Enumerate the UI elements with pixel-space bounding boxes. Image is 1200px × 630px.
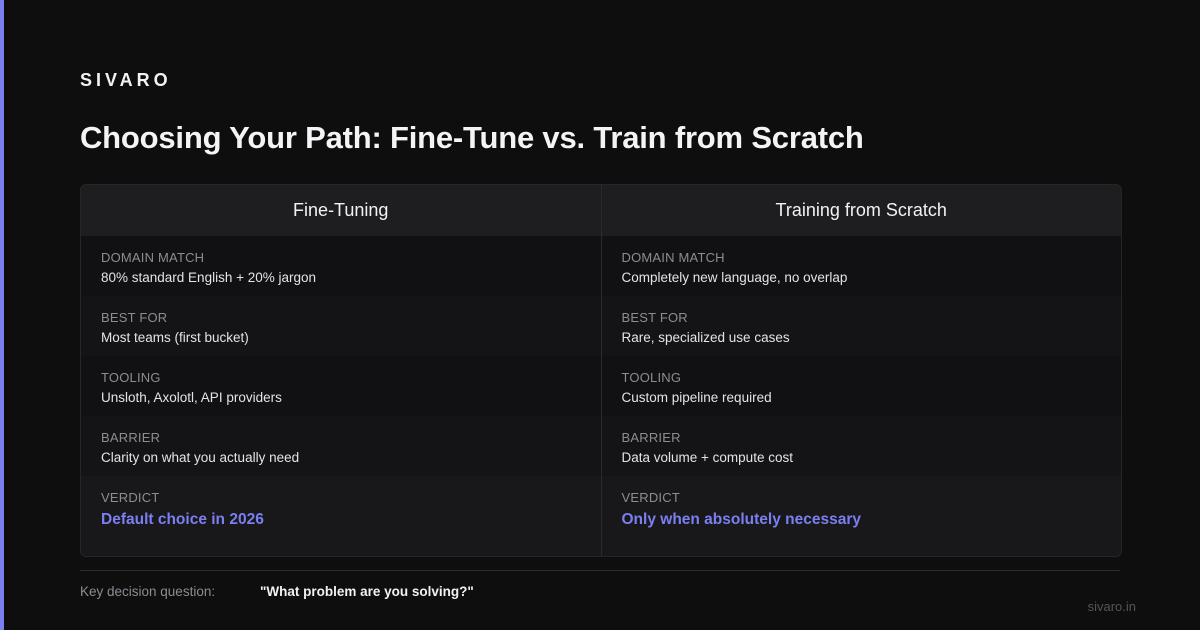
row-value: Most teams (first bucket) (101, 330, 249, 345)
verdict-value: Only when absolutely necessary (621, 511, 862, 528)
table-row: BARRIER Data volume + compute cost (601, 416, 1121, 476)
page-title: Choosing Your Path: Fine-Tune vs. Train … (80, 120, 864, 155)
row-label: BARRIER (621, 430, 681, 445)
table-row: BEST FOR Rare, specialized use cases (601, 296, 1121, 356)
accent-bar (0, 0, 4, 630)
table-row: BARRIER Clarity on what you actually nee… (81, 416, 601, 476)
column-header: Fine-Tuning (81, 185, 601, 236)
row-label: BEST FOR (101, 310, 168, 325)
site-url: sivaro.in (1087, 599, 1136, 614)
table-row: TOOLING Custom pipeline required (601, 356, 1121, 416)
row-value: Rare, specialized use cases (621, 330, 790, 345)
table-row: BEST FOR Most teams (first bucket) (81, 296, 601, 356)
footer-divider (80, 570, 1120, 571)
table-row: TOOLING Unsloth, Axolotl, API providers (81, 356, 601, 416)
row-value: Unsloth, Axolotl, API providers (101, 390, 282, 405)
row-label: TOOLING (101, 370, 161, 385)
column-training-from-scratch: Training from Scratch DOMAIN MATCH Compl… (600, 185, 1121, 556)
row-value: Clarity on what you actually need (101, 450, 300, 465)
key-question-label: Key decision question: (80, 584, 216, 599)
key-question-text: "What problem are you solving?" (260, 584, 474, 599)
column-fine-tuning: Fine-Tuning DOMAIN MATCH 80% standard En… (81, 185, 601, 556)
comparison-table: Fine-Tuning DOMAIN MATCH 80% standard En… (80, 184, 1122, 557)
verdict-label: VERDICT (621, 490, 680, 505)
column-header: Training from Scratch (601, 185, 1121, 236)
row-label: BEST FOR (621, 310, 688, 325)
row-value: Custom pipeline required (621, 390, 772, 405)
verdict-row: VERDICT Only when absolutely necessary (601, 476, 1121, 556)
row-label: BARRIER (101, 430, 161, 445)
row-value: 80% standard English + 20% jargon (101, 270, 317, 285)
row-label: DOMAIN MATCH (101, 250, 205, 265)
brand-logo: SIVARO (80, 70, 172, 90)
row-label: DOMAIN MATCH (621, 250, 725, 265)
table-row: DOMAIN MATCH 80% standard English + 20% … (81, 236, 601, 296)
table-row: DOMAIN MATCH Completely new language, no… (601, 236, 1121, 296)
verdict-value: Default choice in 2026 (101, 511, 264, 528)
row-value: Completely new language, no overlap (621, 270, 848, 285)
row-label: TOOLING (621, 370, 682, 385)
row-value: Data volume + compute cost (621, 450, 793, 465)
verdict-row: VERDICT Default choice in 2026 (81, 476, 601, 556)
verdict-label: VERDICT (101, 490, 160, 505)
